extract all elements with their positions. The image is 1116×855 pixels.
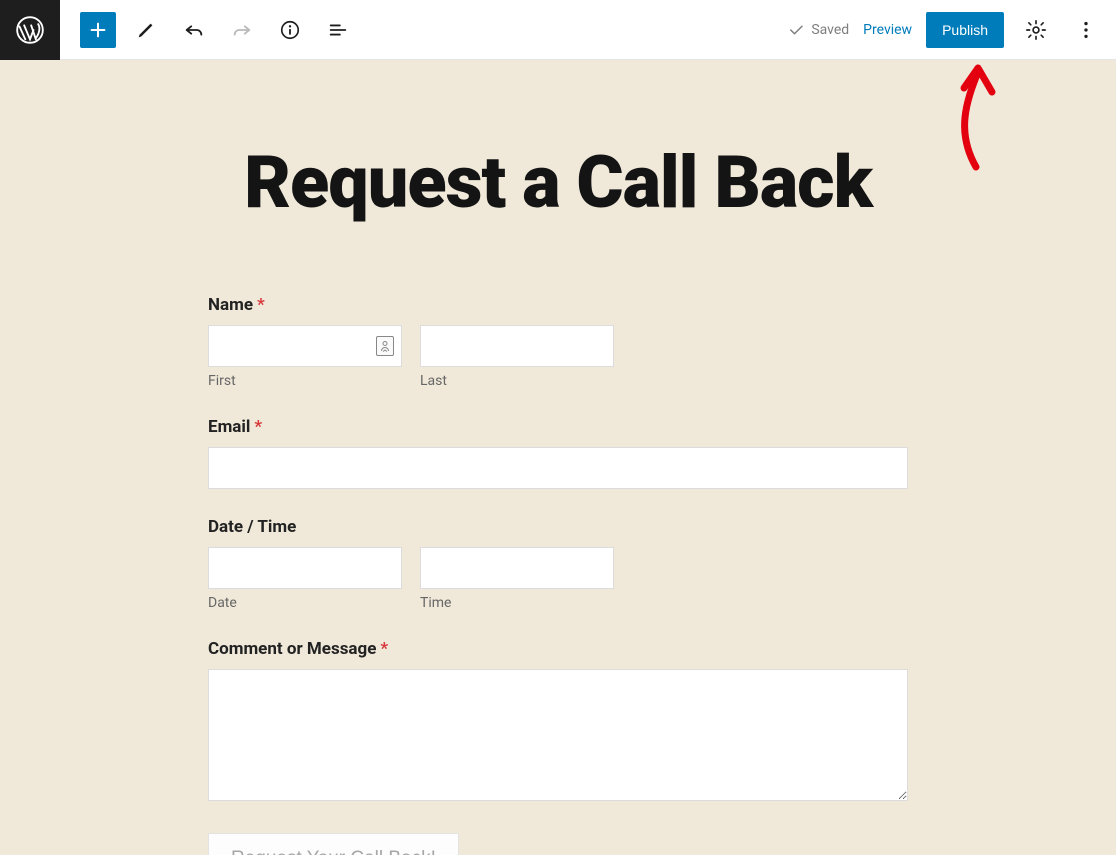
message-label: Comment or Message xyxy=(208,639,376,659)
name-required-marker: * xyxy=(257,295,265,315)
name-label: Name xyxy=(208,295,253,315)
datetime-field-group: Date / Time Date Time xyxy=(208,517,908,611)
save-status: Saved xyxy=(787,21,849,39)
first-name-input[interactable] xyxy=(208,325,402,367)
datetime-label: Date / Time xyxy=(208,517,296,537)
email-input[interactable] xyxy=(208,447,908,489)
document-outline-button[interactable] xyxy=(320,12,356,48)
preview-button[interactable]: Preview xyxy=(863,22,912,38)
submit-button[interactable]: Request Your Call Back! xyxy=(208,833,459,855)
editor-toolbar: Saved Preview Publish xyxy=(0,0,1116,60)
first-name-sublabel: First xyxy=(208,373,402,389)
edit-mode-button[interactable] xyxy=(128,12,164,48)
document-info-button[interactable] xyxy=(272,12,308,48)
callback-form: Name * First Last xyxy=(208,265,908,855)
pencil-icon xyxy=(135,19,157,41)
editor-canvas: Request a Call Back Name * First xyxy=(0,60,1116,855)
last-name-input[interactable] xyxy=(420,325,614,367)
redo-button[interactable] xyxy=(224,12,260,48)
email-label: Email xyxy=(208,417,250,437)
undo-icon xyxy=(183,19,205,41)
wordpress-icon xyxy=(16,16,44,44)
name-field-group: Name * First Last xyxy=(208,295,908,389)
last-name-sublabel: Last xyxy=(420,373,614,389)
date-sublabel: Date xyxy=(208,595,402,611)
block-inserter-button[interactable] xyxy=(80,12,116,48)
info-icon xyxy=(279,19,301,41)
time-sublabel: Time xyxy=(420,595,614,611)
plus-icon xyxy=(87,19,109,41)
undo-button[interactable] xyxy=(176,12,212,48)
page-title[interactable]: Request a Call Back xyxy=(0,140,1116,225)
list-icon xyxy=(327,19,349,41)
autofill-contact-icon[interactable] xyxy=(376,336,394,356)
redo-icon xyxy=(231,19,253,41)
settings-button[interactable] xyxy=(1018,12,1054,48)
saved-label: Saved xyxy=(811,22,849,38)
email-required-marker: * xyxy=(254,417,262,437)
more-options-button[interactable] xyxy=(1068,12,1104,48)
wordpress-logo[interactable] xyxy=(0,0,60,60)
check-icon xyxy=(787,21,805,39)
publish-button[interactable]: Publish xyxy=(926,12,1004,48)
message-required-marker: * xyxy=(380,639,388,659)
email-field-group: Email * xyxy=(208,417,908,489)
time-input[interactable] xyxy=(420,547,614,589)
kebab-icon xyxy=(1075,19,1097,41)
gear-icon xyxy=(1025,19,1047,41)
date-input[interactable] xyxy=(208,547,402,589)
message-textarea[interactable] xyxy=(208,669,908,801)
message-field-group: Comment or Message * xyxy=(208,639,908,805)
